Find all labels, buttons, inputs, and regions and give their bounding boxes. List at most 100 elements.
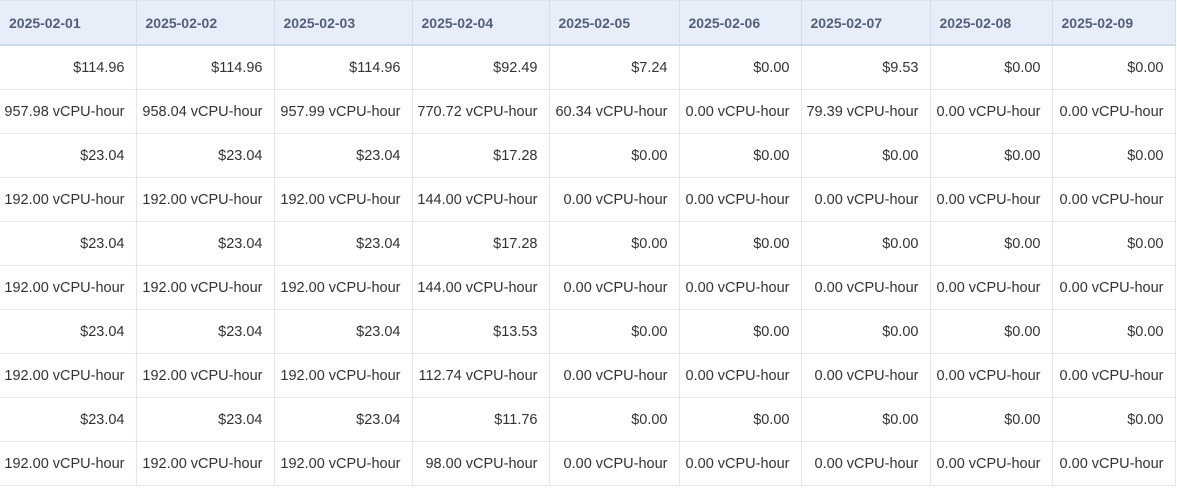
table-cell: 0.00 vCPU-hour bbox=[930, 441, 1053, 486]
column-header[interactable]: 2025-02-07 bbox=[801, 0, 931, 46]
table-cell: 192.00 vCPU-hour bbox=[136, 177, 275, 222]
table-cell: $17.28 bbox=[412, 133, 550, 178]
table-cell: $13.53 bbox=[412, 309, 550, 354]
table-cell: $0.00 bbox=[679, 45, 802, 90]
table-row: $23.04 $23.04 $23.04 $11.76 $0.00 $0.00 $0.00 $… bbox=[0, 397, 1176, 442]
table-cell: 0.00 vCPU-hour bbox=[801, 265, 931, 310]
table-cell: $0.00 bbox=[801, 221, 931, 266]
cost-usage-table: 2025-02-01 2025-02-02 2025-02-03 2025-02… bbox=[0, 0, 1176, 486]
table-cell: $23.04 bbox=[136, 133, 275, 178]
table-cell: $114.96 bbox=[136, 45, 275, 90]
table-header: 2025-02-01 2025-02-02 2025-02-03 2025-02… bbox=[0, 0, 1176, 46]
table-cell: 0.00 vCPU-hour bbox=[679, 441, 802, 486]
table-cell: $7.24 bbox=[549, 45, 680, 90]
table-cell: $0.00 bbox=[930, 397, 1053, 442]
table-cell: $0.00 bbox=[1052, 309, 1176, 354]
table-cell: $0.00 bbox=[1052, 133, 1176, 178]
table-cell: 192.00 vCPU-hour bbox=[0, 177, 137, 222]
table-cell: 0.00 vCPU-hour bbox=[549, 265, 680, 310]
table-cell: 60.34 vCPU-hour bbox=[549, 89, 680, 134]
table-cell: 0.00 vCPU-hour bbox=[930, 89, 1053, 134]
table-cell: 192.00 vCPU-hour bbox=[136, 353, 275, 398]
column-header[interactable]: 2025-02-05 bbox=[549, 0, 680, 46]
table-row: 192.00 vCPU-hour 192.00 vCPU-hour 192.00 v… bbox=[0, 353, 1176, 398]
table-cell: $0.00 bbox=[1052, 45, 1176, 90]
table-cell: $0.00 bbox=[1052, 221, 1176, 266]
table-cell: $0.00 bbox=[801, 309, 931, 354]
table-cell: 0.00 vCPU-hour bbox=[801, 441, 931, 486]
table-cell: $0.00 bbox=[549, 397, 680, 442]
table-row: 957.98 vCPU-hour 958.04 vCPU-hour 957.99 v… bbox=[0, 89, 1176, 134]
table-cell: 192.00 vCPU-hour bbox=[274, 441, 413, 486]
table-cell: $23.04 bbox=[274, 133, 413, 178]
table-cell: 144.00 vCPU-hour bbox=[412, 177, 550, 222]
table-cell: $23.04 bbox=[0, 309, 137, 354]
table-cell: $0.00 bbox=[679, 397, 802, 442]
table-cell: $23.04 bbox=[274, 221, 413, 266]
table-cell: 0.00 vCPU-hour bbox=[1052, 441, 1176, 486]
column-header[interactable]: 2025-02-04 bbox=[412, 0, 550, 46]
table-cell: 0.00 vCPU-hour bbox=[549, 441, 680, 486]
table-cell: 0.00 vCPU-hour bbox=[679, 353, 802, 398]
table-cell: 0.00 vCPU-hour bbox=[930, 353, 1053, 398]
column-header[interactable]: 2025-02-08 bbox=[930, 0, 1053, 46]
table-cell: $0.00 bbox=[549, 133, 680, 178]
table-row: $114.96 $114.96 $114.96 $92.49 $7.24 $0.00 $9.… bbox=[0, 45, 1176, 90]
table-cell: 0.00 vCPU-hour bbox=[1052, 177, 1176, 222]
table-body: $114.96 $114.96 $114.96 $92.49 $7.24 $0.00 $9.… bbox=[0, 45, 1176, 486]
table-cell: $0.00 bbox=[930, 45, 1053, 90]
table-cell: 0.00 vCPU-hour bbox=[1052, 265, 1176, 310]
table-cell: $0.00 bbox=[930, 133, 1053, 178]
table-cell: $0.00 bbox=[930, 221, 1053, 266]
table-cell: 144.00 vCPU-hour bbox=[412, 265, 550, 310]
table-row: $23.04 $23.04 $23.04 $17.28 $0.00 $0.00 $0.00 $… bbox=[0, 133, 1176, 178]
table-cell: 192.00 vCPU-hour bbox=[0, 441, 137, 486]
table-cell: $23.04 bbox=[0, 133, 137, 178]
table-cell: 0.00 vCPU-hour bbox=[549, 177, 680, 222]
table-row: 192.00 vCPU-hour 192.00 vCPU-hour 192.00 v… bbox=[0, 177, 1176, 222]
table-cell: $114.96 bbox=[274, 45, 413, 90]
table-cell: $23.04 bbox=[136, 397, 275, 442]
table-cell: 0.00 vCPU-hour bbox=[930, 265, 1053, 310]
table-cell: 0.00 vCPU-hour bbox=[679, 265, 802, 310]
column-header[interactable]: 2025-02-02 bbox=[136, 0, 275, 46]
table-cell: 79.39 vCPU-hour bbox=[801, 89, 931, 134]
column-header[interactable]: 2025-02-01 bbox=[0, 0, 137, 46]
table-cell: 770.72 vCPU-hour bbox=[412, 89, 550, 134]
table-cell: $0.00 bbox=[801, 397, 931, 442]
table-cell: $23.04 bbox=[136, 221, 275, 266]
table-cell: 192.00 vCPU-hour bbox=[274, 353, 413, 398]
table-cell: 0.00 vCPU-hour bbox=[679, 177, 802, 222]
table-cell: $0.00 bbox=[679, 133, 802, 178]
table-cell: 98.00 vCPU-hour bbox=[412, 441, 550, 486]
table-cell: $23.04 bbox=[274, 309, 413, 354]
table-cell: 192.00 vCPU-hour bbox=[0, 353, 137, 398]
table-cell: 0.00 vCPU-hour bbox=[1052, 353, 1176, 398]
table-row: 192.00 vCPU-hour 192.00 vCPU-hour 192.00 v… bbox=[0, 441, 1176, 486]
table-cell: 957.98 vCPU-hour bbox=[0, 89, 137, 134]
table-cell: $0.00 bbox=[549, 221, 680, 266]
table-cell: 112.74 vCPU-hour bbox=[412, 353, 550, 398]
table-cell: 958.04 vCPU-hour bbox=[136, 89, 275, 134]
table-cell: 957.99 vCPU-hour bbox=[274, 89, 413, 134]
column-header[interactable]: 2025-02-09 bbox=[1052, 0, 1176, 46]
cost-usage-table-container: 2025-02-01 2025-02-02 2025-02-03 2025-02… bbox=[0, 0, 1177, 489]
table-cell: $92.49 bbox=[412, 45, 550, 90]
table-cell: $23.04 bbox=[0, 397, 137, 442]
table-cell: 0.00 vCPU-hour bbox=[801, 353, 931, 398]
column-header[interactable]: 2025-02-06 bbox=[679, 0, 802, 46]
column-header[interactable]: 2025-02-03 bbox=[274, 0, 413, 46]
table-cell: $114.96 bbox=[0, 45, 137, 90]
table-row: 192.00 vCPU-hour 192.00 vCPU-hour 192.00 v… bbox=[0, 265, 1176, 310]
table-cell: $23.04 bbox=[0, 221, 137, 266]
table-cell: $0.00 bbox=[930, 309, 1053, 354]
table-cell: 192.00 vCPU-hour bbox=[136, 441, 275, 486]
table-cell: $17.28 bbox=[412, 221, 550, 266]
table-cell: 192.00 vCPU-hour bbox=[0, 265, 137, 310]
table-cell: 0.00 vCPU-hour bbox=[549, 353, 680, 398]
table-cell: 192.00 vCPU-hour bbox=[274, 177, 413, 222]
table-cell: 0.00 vCPU-hour bbox=[1052, 89, 1176, 134]
table-cell: 192.00 vCPU-hour bbox=[274, 265, 413, 310]
table-cell: $0.00 bbox=[679, 309, 802, 354]
table-cell: 0.00 vCPU-hour bbox=[930, 177, 1053, 222]
